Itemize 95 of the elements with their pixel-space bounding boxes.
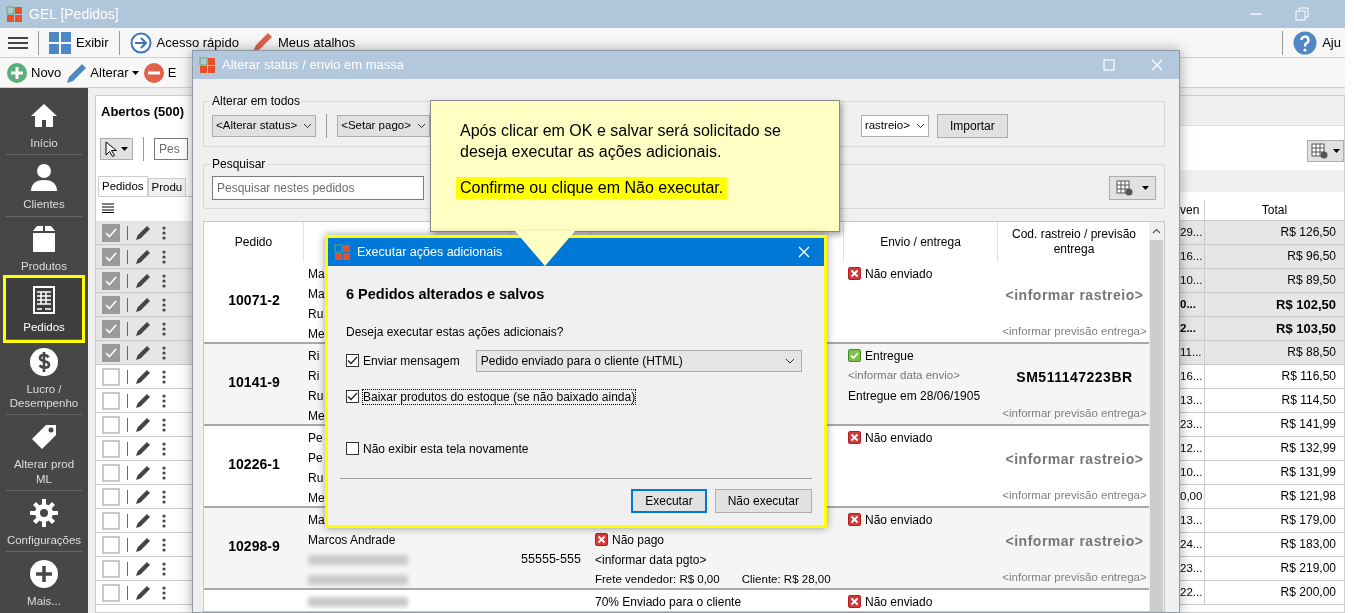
client-text: Ru xyxy=(308,388,324,403)
date-link[interactable]: <informar data envio> xyxy=(848,368,960,383)
group-label: Alterar em todos xyxy=(211,94,302,109)
callout-highlight: Confirme ou clique em Não executar. xyxy=(456,176,728,200)
dialog-button[interactable]: Não executar xyxy=(714,489,812,513)
table-cell-text: R$ 121,98 xyxy=(1279,489,1337,504)
callout-text: Após clicar em OK e salvar será solicitado se deseja executar as ações adicionais. xyxy=(460,121,782,162)
tracking-code: SM511147223BR xyxy=(1016,369,1133,387)
toolbar-button[interactable]: Alterar xyxy=(63,58,141,87)
cep-text: 55555-555 xyxy=(521,552,581,568)
client-text: Ri xyxy=(308,348,320,363)
window-title: GEL [Pedidos] xyxy=(29,5,119,23)
dialog-button[interactable]: Executar xyxy=(631,489,707,513)
import-button[interactable]: Importar xyxy=(936,114,1008,139)
tracking-link[interactable]: <informar rastreio> xyxy=(1005,533,1144,551)
table-cell-text: R$ 114,50 xyxy=(1280,393,1337,408)
client-text: Ru xyxy=(308,470,324,485)
shipping-status: Não enviado xyxy=(865,430,933,445)
table-cell-text: R$ 131,99 xyxy=(1279,465,1337,480)
order-number: 10226-1 xyxy=(228,456,280,474)
table-cell-text: R$ 88,50 xyxy=(1286,345,1337,360)
sidebar-item[interactable]: Início xyxy=(6,94,82,156)
dropdown[interactable]: rastreio> xyxy=(860,115,929,138)
help-button[interactable]: Aju xyxy=(1289,28,1341,57)
status-text: 70% Enviado para o cliente xyxy=(595,594,742,609)
table-cell-text: R$ 219,00 xyxy=(1279,561,1337,576)
tracking-link[interactable]: <informar rastreio> xyxy=(1005,451,1144,469)
delivery-text: Entregue em 28/06/1905 xyxy=(848,388,981,403)
table-cell-text: R$ 103,50 xyxy=(1275,320,1337,337)
freight-text: Frete vendedor: R$ 0,00 xyxy=(595,572,720,587)
order-number: 10141-9 xyxy=(228,374,280,392)
search-field[interactable]: Pes xyxy=(154,138,188,160)
client-text: Marcos Andrade xyxy=(308,532,396,547)
table-cell-text: R$ 102,50 xyxy=(1275,296,1337,313)
toolbar-button[interactable]: E xyxy=(140,58,179,87)
client-text: Me xyxy=(308,326,325,341)
client-text: Ru xyxy=(308,306,324,321)
dialog-title: Executar ações adicionais xyxy=(357,244,503,260)
column-header: Total xyxy=(1260,202,1289,219)
shipping-status: Não enviado xyxy=(865,266,933,281)
client-text: Ma xyxy=(308,266,325,281)
dropdown[interactable]: <Alterar status> xyxy=(212,115,317,138)
client-text: Me xyxy=(308,408,325,423)
column-header: Envio / entrega xyxy=(844,221,998,262)
forecast-link[interactable]: <informar previsão entrega> xyxy=(1002,406,1147,421)
sidebar-item[interactable]: Mais... xyxy=(6,552,82,613)
client-text: Me xyxy=(308,490,325,505)
list-title: Abertos (500) xyxy=(100,103,186,121)
date-link[interactable]: <informar data pgto> xyxy=(595,552,707,567)
client-text: Ma xyxy=(308,512,325,527)
tracking-link[interactable]: <informar rastreio> xyxy=(1005,287,1144,305)
table-cell-text: R$ 89,50 xyxy=(1286,273,1337,288)
client-text: Pe xyxy=(308,430,323,445)
sidebar-item[interactable]: Alterar prod ML xyxy=(6,415,82,491)
shipping-status: Entregue xyxy=(865,348,914,363)
tab[interactable]: Produ xyxy=(147,178,187,196)
forecast-link[interactable]: <informar previsão entrega> xyxy=(1002,324,1147,339)
client-text: Ri xyxy=(308,368,320,383)
column-header: Pedido xyxy=(204,221,304,262)
sidebar-item[interactable]: Configurações xyxy=(6,491,82,553)
dialog-title: Alterar status / envio em massa xyxy=(222,57,405,73)
checkbox-label[interactable]: Enviar mensagem xyxy=(363,353,460,368)
table-cell-text: R$ 141,99 xyxy=(1279,417,1337,432)
table-cell-text: R$ 179,00 xyxy=(1279,513,1337,528)
dropdown[interactable]: <Setar pago> xyxy=(337,115,430,138)
table-cell-text: R$ 132,99 xyxy=(1279,441,1337,456)
checkbox-label[interactable]: Baixar produtos do estoque (se não baixado ainda) xyxy=(363,389,636,404)
table-cell-text: R$ 96,50 xyxy=(1286,249,1337,264)
client-text: Ma xyxy=(308,286,325,301)
group-label: Pesquisar xyxy=(211,157,267,172)
tab[interactable]: Pedidos xyxy=(98,176,148,196)
forecast-link[interactable]: <informar previsão entrega> xyxy=(1002,488,1147,503)
search-field[interactable]: Pesquisar nestes pedidos xyxy=(212,175,424,200)
sidebar-item[interactable]: Clientes xyxy=(6,155,82,217)
forecast-link[interactable]: <informar previsão entrega> xyxy=(1002,570,1147,585)
toolbar-button[interactable]: Exibir xyxy=(45,28,113,57)
dialog-heading: 6 Pedidos alterados e salvos xyxy=(346,286,546,304)
table-cell-text: R$ 116,50 xyxy=(1280,369,1337,384)
checkbox-label[interactable]: Não exibir esta tela novamente xyxy=(363,441,529,456)
question-text: Deseja executar estas ações adicionais? xyxy=(346,325,565,340)
payment-status: Não pago xyxy=(612,532,665,547)
freight-text: Cliente: R$ 28,00 xyxy=(741,572,831,587)
table-cell-text: R$ 200,00 xyxy=(1279,585,1337,600)
table-cell-text: R$ 126,50 xyxy=(1279,225,1337,240)
sidebar-item[interactable]: Lucro / Desempenho xyxy=(6,339,82,416)
shipping-status: Não enviado xyxy=(865,512,933,527)
message-dropdown[interactable]: Pedido enviado para o cliente (HTML) xyxy=(475,349,802,372)
toolbar-button[interactable]: Novo xyxy=(4,58,64,87)
order-number: 10298-9 xyxy=(228,538,280,556)
shipping-status: Não enviado xyxy=(865,594,933,609)
table-cell-text: R$ 183,00 xyxy=(1279,537,1337,552)
toolbar-button[interactable]: Meus atalhos xyxy=(246,28,360,57)
sidebar-item[interactable]: Pedidos xyxy=(6,278,82,340)
client-text: Pe xyxy=(308,450,323,465)
order-number: 10071-2 xyxy=(228,292,280,310)
